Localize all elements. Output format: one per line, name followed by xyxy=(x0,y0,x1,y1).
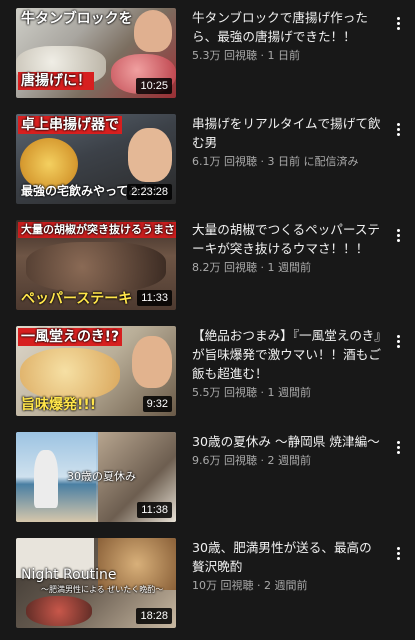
thumbnail-caption: 卓上串揚げ器で xyxy=(18,116,122,134)
video-meta: 8.2万 回視聴 · 1 週間前 xyxy=(192,261,312,274)
enoki-dish-image xyxy=(20,348,120,400)
upload-age: 1 週間前 xyxy=(267,386,312,399)
thumbnail-caption: 旨味爆発!!! xyxy=(21,397,97,413)
video-title[interactable]: 【絶品おつまみ】『一風堂えのき』が旨味爆発で激ウマい！！酒もご飯も超進む！ xyxy=(192,326,382,383)
video-item[interactable]: Night Routine 〜肥満男性による ぜいたく晩酌〜 18:28 30歳… xyxy=(0,538,415,638)
video-item[interactable]: 牛タンブロックを 唐揚げに！ 10:25 牛タンブロックで唐揚げ作ったら、最強の… xyxy=(0,8,415,108)
video-title[interactable]: 大量の胡椒でつくるペッパーステーキが突き抜けるウマさ！！！ xyxy=(192,220,382,258)
presenter-face xyxy=(134,10,172,52)
more-options-icon[interactable] xyxy=(390,118,406,140)
upload-age: 1 日前 xyxy=(267,49,301,62)
video-title[interactable]: 30歳、肥満男性が送る、最高の贅沢晩酌 xyxy=(192,538,382,576)
video-duration: 10:25 xyxy=(136,78,172,94)
video-meta: 10万 回視聴 · 2 週間前 xyxy=(192,579,308,592)
more-options-icon[interactable] xyxy=(390,330,406,352)
video-thumbnail[interactable]: 一風堂えのき!? 旨味爆発!!! 9:32 xyxy=(16,326,176,416)
view-count: 5.3万 回視聴 xyxy=(192,49,257,62)
thumbnail-caption: ペッパーステーキ xyxy=(21,291,133,307)
video-item[interactable]: 30歳の夏休み 11:38 30歳の夏休み 〜静岡県 焼津編〜 9.6万 回視聴… xyxy=(0,432,415,532)
view-count: 8.2万 回視聴 xyxy=(192,261,257,274)
thumbnail-caption: 一風堂えのき!? xyxy=(18,328,123,346)
video-thumbnail[interactable]: 牛タンブロックを 唐揚げに！ 10:25 xyxy=(16,8,176,98)
view-count: 9.6万 回視聴 xyxy=(192,454,257,467)
video-item[interactable]: 卓上串揚げ器で 最強の宅飲みやってみた! 2:23:28 串揚げをリアルタイムで… xyxy=(0,114,415,214)
video-duration: 11:38 xyxy=(137,502,172,518)
thumbnail-caption: 唐揚げに！ xyxy=(18,72,94,90)
more-options-icon[interactable] xyxy=(390,542,406,564)
video-list: 牛タンブロックを 唐揚げに！ 10:25 牛タンブロックで唐揚げ作ったら、最強の… xyxy=(0,0,415,640)
pepper-steak-image xyxy=(26,242,166,292)
thumbnail-caption: Night Routine xyxy=(21,567,117,583)
thumbnail-caption: 30歳の夏休み xyxy=(67,470,136,483)
more-options-icon[interactable] xyxy=(390,12,406,34)
upload-age: 3 日前 に配信済み xyxy=(267,155,359,168)
person-image xyxy=(34,450,58,508)
video-thumbnail[interactable]: 30歳の夏休み 11:38 xyxy=(16,432,176,522)
upload-age: 2 週間前 xyxy=(267,454,312,467)
video-meta: 6.1万 回視聴 · 3 日前 に配信済み xyxy=(192,155,359,168)
video-title[interactable]: 牛タンブロックで唐揚げ作ったら、最強の唐揚げできた！！ xyxy=(192,8,382,46)
view-count: 10万 回視聴 xyxy=(192,579,254,592)
video-item[interactable]: 一風堂えのき!? 旨味爆発!!! 9:32 【絶品おつまみ】『一風堂えのき』が旨… xyxy=(0,326,415,426)
video-meta: 9.6万 回視聴 · 2 週間前 xyxy=(192,454,312,467)
video-thumbnail[interactable]: 大量の胡椒が突き抜けるうまさ ペッパーステーキ 11:33 xyxy=(16,220,176,310)
more-options-icon[interactable] xyxy=(390,224,406,246)
video-meta: 5.5万 回視聴 · 1 週間前 xyxy=(192,386,312,399)
upload-age: 1 週間前 xyxy=(267,261,312,274)
upload-age: 2 週間前 xyxy=(264,579,308,592)
presenter-face xyxy=(132,336,172,388)
video-duration: 2:23:28 xyxy=(127,184,172,200)
video-meta: 5.3万 回視聴 · 1 日前 xyxy=(192,49,301,62)
video-title[interactable]: 串揚げをリアルタイムで揚げて飲む男 xyxy=(192,114,382,152)
video-duration: 18:28 xyxy=(136,608,172,624)
video-thumbnail[interactable]: 卓上串揚げ器で 最強の宅飲みやってみた! 2:23:28 xyxy=(16,114,176,204)
video-duration: 11:33 xyxy=(137,290,172,306)
presenter-face xyxy=(128,128,172,182)
video-title[interactable]: 30歳の夏休み 〜静岡県 焼津編〜 xyxy=(192,432,382,451)
view-count: 6.1万 回視聴 xyxy=(192,155,257,168)
more-options-icon[interactable] xyxy=(390,436,406,458)
video-duration: 9:32 xyxy=(142,396,172,412)
dish-image xyxy=(26,596,92,626)
thumbnail-caption: 大量の胡椒が突き抜けるうまさ xyxy=(18,222,176,238)
view-count: 5.5万 回視聴 xyxy=(192,386,257,399)
video-thumbnail[interactable]: Night Routine 〜肥満男性による ぜいたく晩酌〜 18:28 xyxy=(16,538,176,628)
thumbnail-caption: 牛タンブロックを xyxy=(21,11,133,27)
thumbnail-caption: 〜肥満男性による ぜいたく晩酌〜 xyxy=(41,585,164,594)
video-item[interactable]: 大量の胡椒が突き抜けるうまさ ペッパーステーキ 11:33 大量の胡椒でつくるペ… xyxy=(0,220,415,320)
